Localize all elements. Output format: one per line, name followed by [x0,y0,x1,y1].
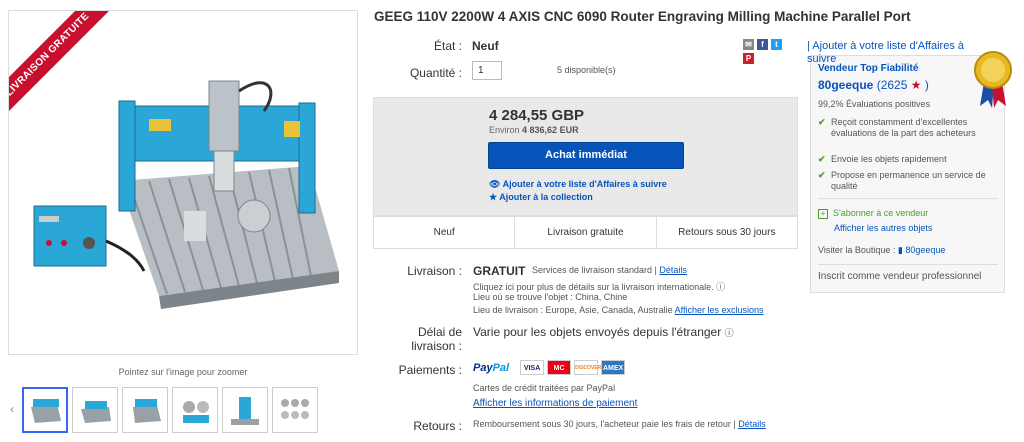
condition-value: Neuf [472,39,499,53]
seller-name-text[interactable]: 80geeque [818,78,873,92]
delivery-value: Varie pour les objets envoyés depuis l'é… [473,325,734,339]
delivery-text: Varie pour les objets envoyés depuis l'é… [473,325,722,339]
delivery-label-2: livraison : [411,339,462,353]
visa-logo: VISA [520,360,545,375]
paypal-logo: PayPal [473,362,509,374]
shop-link[interactable]: 80geeque [905,245,945,255]
mastercard-logo: MC [547,360,572,375]
seller-feature: ✔ Propose en permanence un service de qua… [818,170,988,192]
condition-label: État : [433,39,462,53]
thumbnail[interactable] [172,387,218,433]
thumbnail-strip [22,386,318,434]
feature-text: Envoie les objets rapidement [831,154,947,164]
pinterest-icon[interactable]: P [743,53,754,64]
paypal-pay: Pay [473,361,493,374]
payment-info-link[interactable]: Afficher les informations de paiement [473,398,637,409]
price-amount: 4 284,55 GBP [489,107,585,124]
watch-label: Ajouter à votre liste d'Affaires à suivr… [502,179,667,189]
returns-value: Remboursement sous 30 jours, l'acheteur … [473,419,766,429]
positive-feedback: 99,2% Évaluations positives [818,99,931,109]
ship-to-text: Lieu de livraison : Europe, Asie, Canada… [473,305,673,315]
store-icon: ▮ [897,245,903,255]
seller-feature: ✔ Envoie les objets rapidement [818,154,988,165]
divider [818,198,998,199]
ship-to: Lieu de livraison : Europe, Asie, Canada… [473,305,764,315]
returns-details-link[interactable]: Détails [738,419,766,429]
returns-text: Remboursement sous 30 jours, l'acheteur … [473,419,736,429]
seller-score-close: ) [924,78,929,92]
visit-shop: Visiter la Boutique : ▮ 80geeque [818,245,945,256]
quantity-input[interactable]: 1 [472,61,502,80]
email-icon[interactable]: ✉ [743,39,754,50]
feature-text: Propose en permanence un service de qual… [831,170,986,191]
quantity-label: Quantité : [409,66,462,80]
summary-shipping: Livraison gratuite [515,217,657,248]
shipping-label: Livraison : [407,264,462,278]
thumbnail[interactable] [272,387,318,433]
price-approx: Environ 4 836,62 EUR [489,125,579,135]
plus-icon: + [818,209,828,219]
top-rated-seller-title: Vendeur Top Fiabilité [818,63,919,74]
facebook-icon[interactable]: f [757,39,768,50]
product-image-box[interactable]: LIVRAISON GRATUITE [8,10,358,355]
add-to-collection-link[interactable]: ★ Ajouter à la collection [489,192,593,203]
seller-feature: ✔ Reçoit constamment d'excellentes évalua… [818,117,988,139]
delivery-label-1: Délai de [417,325,462,339]
summary-condition: Neuf [374,217,516,248]
twitter-icon[interactable]: t [771,39,782,50]
follow-text: S'abonner à ce vendeur [833,208,929,218]
thumbnail[interactable] [122,387,168,433]
follow-seller-link[interactable]: + S'abonner à ce vendeur [818,208,928,219]
other-items-link[interactable]: Afficher les autres objets [834,223,932,233]
available-count: 5 disponible(s) [557,65,616,75]
returns-label: Retours : [413,419,462,433]
payment-logos: PayPal VISA MC DISCOVER AMEX [473,360,626,375]
share-icons: ✉ f t P [743,39,793,64]
item-location: Lieu où se trouve l'objet : China, Chine [473,292,628,302]
paypal-pal: Pal [492,361,510,374]
thumbnail[interactable] [22,387,68,433]
summary-returns: Retours sous 30 jours [678,227,776,238]
star-icon: ★ [489,192,498,202]
check-icon: ✔ [818,117,826,127]
approx-prefix: Environ [489,125,520,135]
help-icon[interactable]: ⓘ [716,282,725,292]
payment-note: Cartes de crédit traitées par PayPal [473,383,616,393]
seller-name[interactable]: 80geeque (2625 ★ ) [818,78,929,92]
delivery-label: Délai de livraison : [370,325,462,353]
thumbnail[interactable] [222,387,268,433]
add-to-watchlist-link[interactable]: 👁︎ Ajouter à votre liste d'Affaires à su… [489,179,667,190]
cnc-machine-image [33,80,339,309]
shipping-details-link[interactable]: Détails [659,265,687,275]
summary-strip: Neuf Livraison gratuite Retours sous 30 … [373,216,798,249]
discover-logo: DISCOVER [574,360,601,375]
collection-label: Ajouter à la collection [499,192,593,202]
buy-now-button[interactable]: Achat immédiat [488,142,684,169]
listing-title: GEEG 110V 2200W 4 AXIS CNC 6090 Router E… [374,9,911,24]
shipping-value: GRATUIT [473,264,526,278]
thumb-prev-arrow-icon[interactable]: ‹ [10,402,14,416]
feature-text: Reçoit constamment d'excellentes évaluat… [831,117,976,138]
eye-icon: 👁︎ [489,179,501,189]
star-icon: ★ [910,78,922,92]
zoom-hint: Pointez sur l'image pour zoomer [118,367,248,377]
help-icon[interactable]: ⓘ [725,328,734,338]
amex-logo: AMEX [601,360,626,375]
shop-prefix: Visiter la Boutique : [818,245,896,255]
professional-seller-note: Inscrit comme vendeur professionnel [818,271,982,282]
intl-note-text: Cliquez ici pour plus de détails sur la … [473,282,714,292]
divider [818,264,998,265]
shipping-service: Services de livraison standard | Détails [532,265,687,275]
shipping-service-text: Services de livraison standard | [532,265,657,275]
approx-value: 4 836,62 EUR [522,125,579,135]
payment-label: Paiements : [398,363,462,377]
exclusions-link[interactable]: Afficher les exclusions [675,305,764,315]
top-rated-medal-icon [974,51,1012,108]
thumbnail[interactable] [72,387,118,433]
seller-score[interactable]: (2625 [877,78,908,92]
check-icon: ✔ [818,170,826,180]
check-icon: ✔ [818,154,826,164]
